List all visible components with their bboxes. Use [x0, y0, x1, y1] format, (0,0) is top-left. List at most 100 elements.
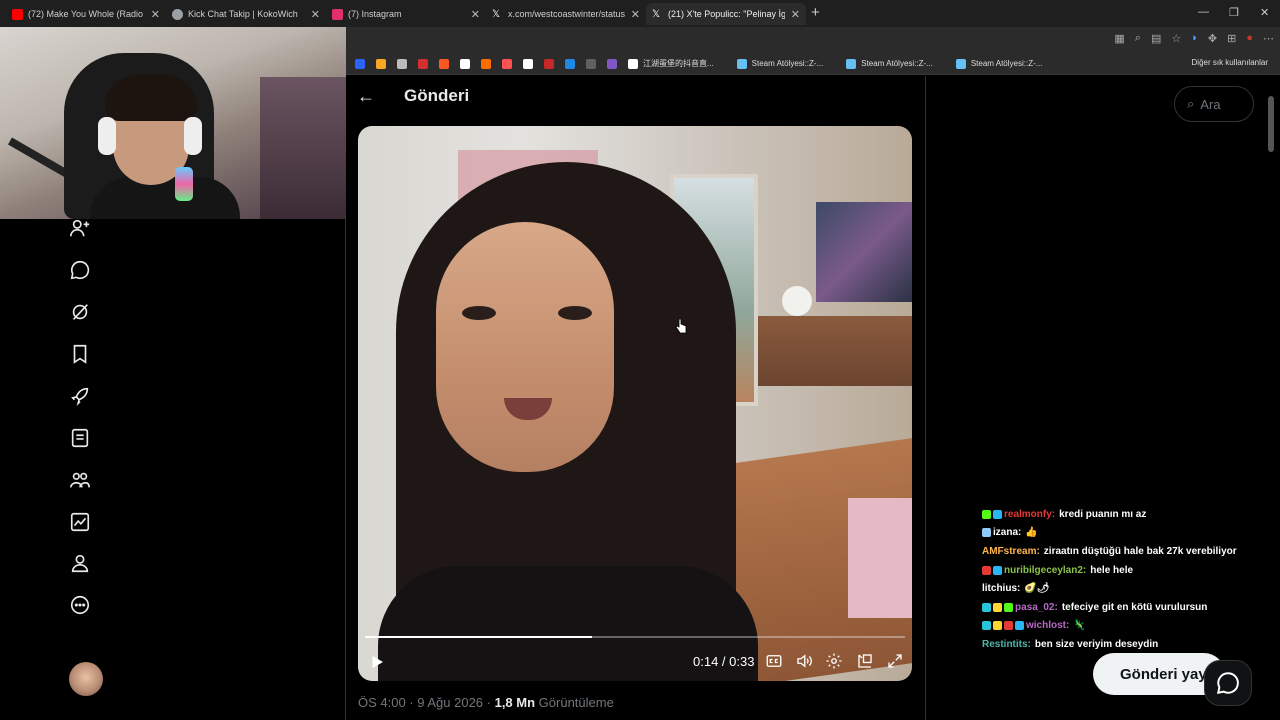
- bookmark-favicon-icon: [523, 58, 533, 69]
- chat-username: wichlost:: [1026, 620, 1070, 632]
- favorite-star-icon[interactable]: ☆: [1171, 32, 1181, 45]
- picture-in-picture-icon[interactable]: [856, 652, 876, 672]
- bookmark-item[interactable]: [518, 58, 538, 69]
- x-logo-icon: 𝕏: [652, 8, 661, 20]
- page-scrollbar[interactable]: [1268, 96, 1274, 152]
- play-icon[interactable]: [368, 653, 386, 671]
- bookmark-favicon-icon: [502, 58, 512, 69]
- follow-icon[interactable]: [69, 217, 91, 239]
- lists-icon[interactable]: [69, 427, 91, 449]
- communities-icon[interactable]: [69, 469, 91, 491]
- favorites-icon[interactable]: ⊞: [1227, 32, 1236, 45]
- puzzle-icon[interactable]: ✥: [1208, 32, 1217, 45]
- chat-icon[interactable]: [69, 259, 91, 281]
- volume-icon[interactable]: [795, 652, 815, 672]
- bookmark-favicon-icon: [586, 58, 596, 69]
- bookmark-item[interactable]: Steam Atölyesi::Z-...: [951, 58, 1043, 69]
- chat-text: hele hele: [1090, 564, 1134, 576]
- chat-username: izana:: [993, 527, 1022, 539]
- bookmark-item[interactable]: [350, 58, 370, 69]
- chat-text: 🥑🌶: [1024, 583, 1050, 595]
- more-icon[interactable]: [69, 594, 91, 616]
- grok-icon[interactable]: [69, 301, 91, 323]
- browser-tab[interactable]: (72) Make You Whole (Radio Edit) ✕: [6, 3, 166, 25]
- video-progress-bar[interactable]: [365, 636, 905, 638]
- tab-close-icon[interactable]: ✕: [151, 8, 160, 21]
- maximize-button[interactable]: ❐: [1229, 6, 1239, 19]
- account-avatar[interactable]: [69, 662, 103, 696]
- extension-icon[interactable]: ◗: [1191, 32, 1198, 45]
- bookmark-favicon-icon: [460, 58, 470, 69]
- chat-badge-icon: [982, 528, 991, 538]
- profile-icon[interactable]: ●: [1246, 32, 1253, 45]
- bookmarks-bar: 江湖蛋堡的抖音直... Steam Atölyesi::Z-... Steam At…: [346, 53, 1280, 75]
- bookmark-item[interactable]: [497, 58, 517, 69]
- other-bookmarks-folder[interactable]: Diğer sık kullanılanlar: [1192, 58, 1268, 67]
- browser-tab[interactable]: (7) Instagram ✕: [326, 3, 486, 25]
- bookmark-icon[interactable]: [69, 343, 91, 365]
- bookmark-item[interactable]: [455, 58, 475, 69]
- analytics-icon[interactable]: [69, 511, 91, 533]
- bookmark-item[interactable]: [413, 58, 433, 69]
- minimize-button[interactable]: —: [1198, 6, 1209, 18]
- bookmark-label: Steam Atölyesi::Z-...: [970, 59, 1043, 68]
- tab-close-icon[interactable]: ✕: [791, 8, 800, 21]
- browser-tab[interactable]: Kick Chat Takip | KokoWich ✕: [166, 3, 326, 25]
- chat-message: pasa_02: tefeciye git en kötü vurulursun: [982, 598, 1272, 617]
- video-player[interactable]: [358, 126, 912, 681]
- chat-badge-icon: [982, 602, 991, 612]
- new-tab-button[interactable]: +: [811, 4, 820, 21]
- chat-bubble-icon: [1217, 672, 1239, 694]
- bookmark-item[interactable]: 江湖蛋堡的抖音直...: [623, 58, 714, 69]
- captions-icon[interactable]: [765, 652, 785, 672]
- bookmark-favicon-icon: [355, 58, 365, 69]
- chat-badge-icon: [982, 565, 991, 575]
- tab-close-icon[interactable]: ✕: [471, 8, 480, 21]
- address-bar[interactable]: ▦ ⌕ ▤ ☆ ◗ ✥ ⊞ ● ⋯: [346, 27, 1280, 53]
- rocket-icon[interactable]: [69, 385, 91, 407]
- chat-username: Restintits:: [982, 638, 1031, 650]
- chat-username: nuribilgeceylan2:: [1004, 564, 1087, 576]
- bookmark-item[interactable]: [392, 58, 412, 69]
- bookmark-label: Steam Atölyesi::Z-...: [751, 59, 824, 68]
- chat-username: realmonfy:: [1004, 508, 1056, 520]
- bookmark-item[interactable]: [581, 58, 601, 69]
- bookmark-item[interactable]: [371, 58, 391, 69]
- back-arrow-icon[interactable]: ←: [357, 86, 377, 108]
- chat-username: pasa_02:: [1015, 601, 1058, 613]
- chat-text: 👍: [1025, 527, 1038, 539]
- chat-badge-icon: [982, 621, 991, 631]
- profile-icon[interactable]: [69, 552, 91, 574]
- fullscreen-icon[interactable]: [886, 652, 906, 672]
- close-window-button[interactable]: ✕: [1260, 6, 1269, 19]
- settings-gear-icon[interactable]: [825, 652, 845, 672]
- x-logo-icon: 𝕏: [492, 8, 501, 20]
- search-input[interactable]: ⌕ Ara: [1174, 86, 1254, 122]
- browser-tab[interactable]: 𝕏 x.com/westcoastwinter/status/208 ✕: [486, 3, 646, 25]
- chat-badge-icon: [993, 602, 1002, 612]
- browser-tab-active[interactable]: 𝕏 (21) X'te Populicc: "Pelinay İgit: "H …: [646, 3, 806, 25]
- chat-text: tefeciye git en kötü vurulursun: [1061, 601, 1208, 613]
- bookmark-item[interactable]: [476, 58, 496, 69]
- grid-icon[interactable]: ▦: [1114, 32, 1124, 45]
- menu-icon[interactable]: ⋯: [1263, 32, 1274, 45]
- chat-badge-icon: [993, 565, 1002, 575]
- reader-icon[interactable]: ▤: [1151, 32, 1161, 45]
- bookmark-item[interactable]: [602, 58, 622, 69]
- bookmark-item[interactable]: Steam Atölyesi::Z-...: [732, 58, 824, 69]
- bookmark-favicon-icon: [955, 58, 966, 69]
- messages-fab[interactable]: [1204, 660, 1252, 706]
- youtube-icon: [12, 8, 23, 20]
- bookmark-item[interactable]: [560, 58, 580, 69]
- chat-badge-icon: [982, 509, 991, 519]
- bookmark-favicon-icon: [439, 58, 449, 69]
- bookmark-item[interactable]: [539, 58, 559, 69]
- tab-close-icon[interactable]: ✕: [631, 8, 640, 21]
- chat-badge-icon: [993, 509, 1002, 519]
- globe-icon: [172, 8, 183, 20]
- tab-close-icon[interactable]: ✕: [311, 8, 320, 21]
- bookmark-item[interactable]: Steam Atölyesi::Z-...: [841, 58, 933, 69]
- bookmark-item[interactable]: [434, 58, 454, 69]
- zoom-icon[interactable]: ⌕: [1135, 32, 1141, 45]
- chat-username: AMFstream:: [982, 545, 1040, 557]
